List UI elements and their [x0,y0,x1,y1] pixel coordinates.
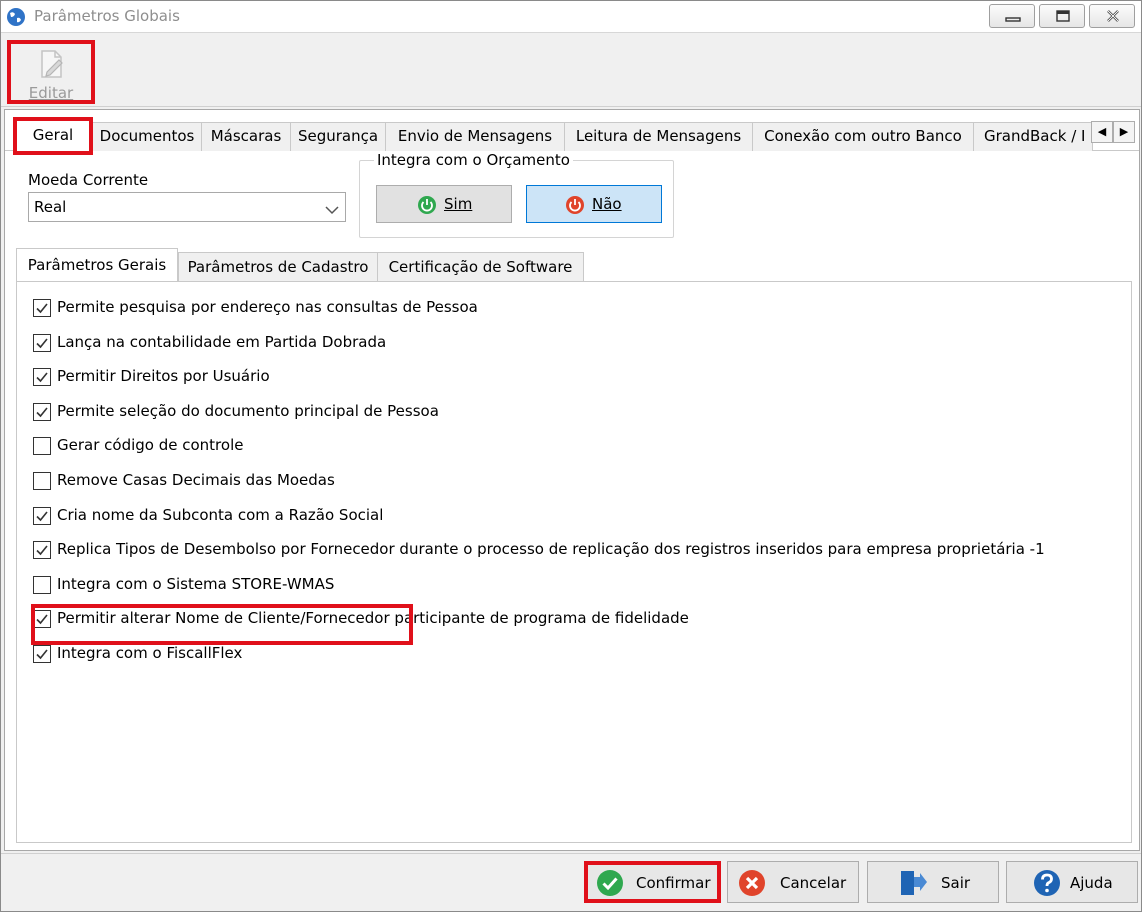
option-label: Gerar código de controle [57,436,244,455]
edit-button[interactable]: Editar [7,40,95,104]
tab-parametros-cadastro[interactable]: Parâmetros de Cadastro [178,252,378,282]
highlight-subconta [31,604,413,645]
nao-label: Não [592,195,622,213]
chevron-down-icon [325,201,339,219]
power-icon [565,195,585,219]
power-icon [417,195,437,219]
edit-label: Editar [28,84,74,102]
title-bar: Parâmetros Globais [1,1,1141,33]
checkbox-unchecked[interactable] [33,437,51,456]
checkbox-unchecked[interactable] [33,575,51,594]
tab-certificacao-software[interactable]: Certificação de Software [377,252,584,282]
option-label: Integra com o Sistema STORE-WMAS [57,574,335,593]
cancelar-button[interactable]: Cancelar [727,861,859,903]
tab-geral[interactable]: Geral [13,117,93,155]
tab-parametros-gerais[interactable]: Parâmetros Gerais [16,248,178,282]
orcamento-group: Integra com o Orçamento Sim Não [359,151,674,238]
tab-envio-mensagens[interactable]: Envio de Mensagens [385,122,565,151]
checkmark-icon [36,407,48,417]
moeda-select[interactable]: Real [28,192,346,222]
parametros-globais-window: Parâmetros Globais Editar Documentos Más… [0,0,1142,912]
cancelar-label: Cancelar [780,874,847,892]
main-tabs: Documentos Máscaras Segurança Envio de M… [5,110,1139,155]
scroll-right-icon[interactable]: ▶ [1113,121,1135,143]
restore-button[interactable] [1039,4,1085,28]
option-label: Lança na contabilidade em Partida Dobrad… [57,332,387,351]
tab-mascaras[interactable]: Máscaras [201,122,291,151]
checkmark-icon [36,338,48,348]
orcamento-legend: Integra com o Orçamento [374,151,573,169]
close-button[interactable] [1089,4,1135,28]
option-label: Remove Casas Decimais das Moedas [57,471,335,489]
question-circle-icon [1033,869,1061,901]
nao-button[interactable]: Não [526,185,662,223]
bottom-bar: Confirmar Cancelar Sair Ajuda [1,853,1141,911]
checkbox-checked[interactable] [33,299,51,317]
tab-seguranca[interactable]: Segurança [290,122,386,151]
checkmark-icon [36,511,48,521]
option-label: Permite pesquisa por endereço nas consul… [57,298,478,316]
checkmark-icon [36,372,48,383]
confirmar-label: Confirmar [636,874,711,892]
checkbox-checked[interactable] [33,333,51,352]
tab-scroll: ◀ ▶ [1091,121,1137,143]
moeda-label: Moeda Corrente [28,171,149,189]
main-panel: Documentos Máscaras Segurança Envio de M… [4,109,1140,851]
checkbox-checked[interactable] [33,402,51,421]
checkbox-checked[interactable] [33,506,51,525]
confirmar-button[interactable]: Confirmar [584,861,721,903]
toolbar: Editar [1,34,1141,107]
minimize-button[interactable] [989,4,1035,28]
option-label: Integra com o FiscallFlex [57,644,243,662]
tab-leitura-mensagens[interactable]: Leitura de Mensagens [564,122,753,151]
x-circle-icon [738,869,766,901]
option-label: Permite seleção do documento principal d… [57,401,439,420]
sim-label: Sim [444,195,473,213]
parametros-gerais-panel [16,281,1132,843]
checkbox-unchecked[interactable] [33,472,51,490]
edit-document-icon [41,50,63,78]
tab-grandback[interactable]: GrandBack / I [973,122,1093,151]
checkmark-icon [36,545,48,556]
option-label: Permitir Direitos por Usuário [57,367,270,386]
scroll-left-icon[interactable]: ◀ [1091,121,1113,143]
checkbox-checked[interactable] [33,645,51,663]
window-title: Parâmetros Globais [34,7,180,25]
sim-button[interactable]: Sim [376,185,512,223]
option-label: Cria nome da Subconta com a Razão Social [57,505,384,524]
check-circle-icon [596,869,624,901]
sair-label: Sair [941,874,971,892]
checkmark-icon [36,649,48,660]
sair-button[interactable]: Sair [867,861,999,903]
sub-tabs: Parâmetros Gerais Parâmetros de Cadastro… [16,248,1132,282]
checkbox-checked[interactable] [33,368,51,387]
moeda-value: Real [34,198,67,216]
option-label: Replica Tipos de Desembolso por Forneced… [57,540,1045,559]
ajuda-button[interactable]: Ajuda [1006,861,1138,903]
tab-conexao-banco[interactable]: Conexão com outro Banco [752,122,974,151]
exit-door-icon [898,869,928,901]
tab-documentos[interactable]: Documentos [92,122,202,151]
checkmark-icon [36,303,48,314]
ajuda-label: Ajuda [1070,874,1113,892]
globe-icon [6,7,26,27]
checkbox-checked[interactable] [33,541,51,560]
